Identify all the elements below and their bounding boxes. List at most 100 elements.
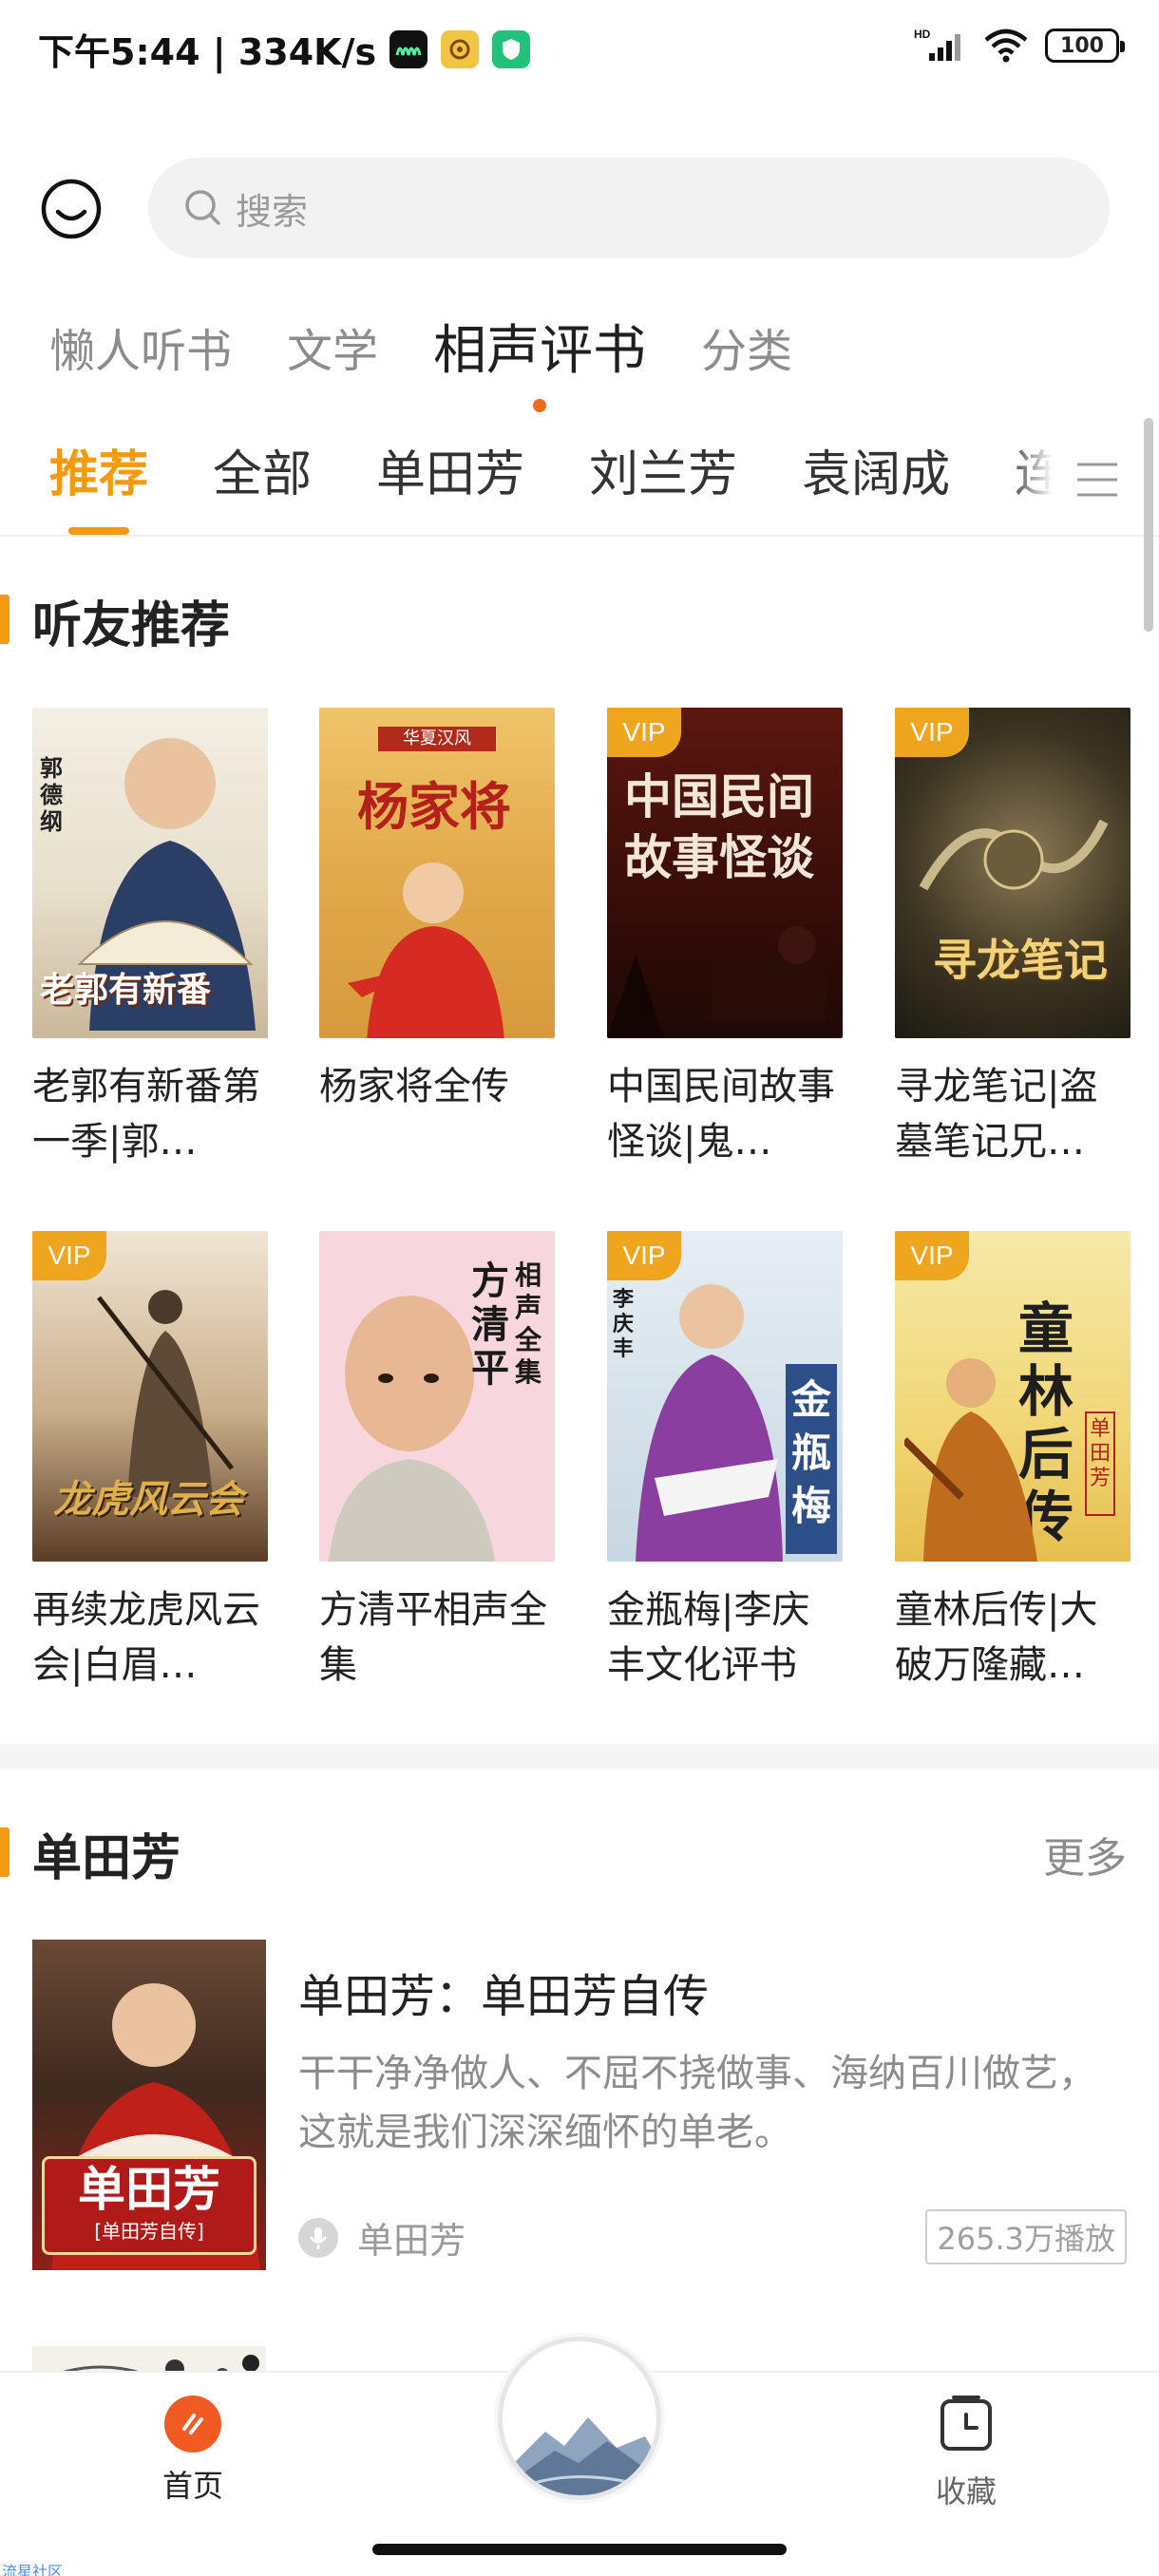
section-header-recommend: 听友推荐	[0, 579, 1159, 655]
cover-title-text: 方清平	[471, 1260, 509, 1391]
battery-level: 100	[1060, 33, 1104, 58]
book-card[interactable]: VIP 寻龙笔记 寻龙笔记|盗墓笔记兄…	[895, 708, 1130, 1169]
play-count-badge: 265.3万播放	[925, 2209, 1127, 2264]
section-separator	[0, 1744, 1159, 1769]
cover-title-plate: 单田芳 [单田芳自传]	[42, 2156, 256, 2255]
book-card[interactable]: 华夏汉风 杨家将 杨家将全传	[319, 708, 555, 1169]
book-card[interactable]: 郭德纲 老郭有新番 老郭有新番第一季|郭…	[32, 708, 268, 1169]
list-item-title: 单田芳：单田芳自传	[298, 1970, 710, 2023]
microphone-icon	[298, 2217, 338, 2258]
book-cover: VIP 中国民间故事怪谈	[607, 708, 843, 1038]
cover-side-text: 郭德纲	[40, 755, 63, 835]
tab-lanren[interactable]: 懒人听书	[49, 313, 232, 389]
cover-title-text: 老郭有新番	[40, 971, 212, 1010]
nav-home-label: 首页	[162, 2468, 223, 2504]
cover-scene-image	[607, 926, 826, 1038]
section-accent-bar	[0, 1828, 10, 1877]
subtab-recommend[interactable]: 推荐	[49, 432, 149, 535]
cover-dragon-image	[919, 819, 1109, 891]
search-icon	[185, 190, 220, 225]
section-accent-bar	[0, 595, 10, 644]
watermark-text: 流星社区	[2, 2563, 64, 2576]
cover-warrior-image	[97, 1290, 234, 1497]
cover-subtitle-text: [单田芳自传]	[94, 2220, 204, 2243]
book-title: 老郭有新番第一季|郭…	[32, 1065, 260, 1164]
vip-badge: VIP	[32, 1231, 106, 1280]
app-notification-icon	[390, 29, 428, 68]
home-indicator[interactable]	[372, 2544, 787, 2555]
status-time: 下午5:44 | 334K/s	[38, 31, 377, 73]
book-title: 再续龙虎风云会|白眉…	[32, 1588, 260, 1687]
cover-title-text: 金瓶梅	[790, 1376, 831, 1529]
cover-monk-image	[904, 1358, 1037, 1562]
subtab-liulanfang[interactable]: 刘兰芳	[589, 432, 737, 518]
book-cover: VIP 龙虎风云会	[32, 1231, 268, 1562]
profile-smiley-icon[interactable]	[40, 178, 103, 240]
vip-badge: VIP	[895, 1231, 969, 1280]
book-title: 金瓶梅|李庆丰文化评书	[607, 1588, 810, 1687]
tab-literature[interactable]: 文学	[287, 313, 378, 389]
nav-home[interactable]: 首页	[141, 2396, 245, 2506]
status-bar: 下午5:44 | 334K/s HD 100	[0, 0, 1159, 95]
book-title: 方清平相声全集	[319, 1588, 547, 1687]
tab-category[interactable]: 分类	[701, 313, 792, 389]
book-card[interactable]: VIP 龙虎风云会 再续龙虎风云会|白眉…	[32, 1231, 268, 1693]
book-title: 杨家将全传	[319, 1065, 509, 1108]
book-cover: VIP 童林后传 单田芳	[895, 1231, 1130, 1562]
cover-title-text: 单田芳	[78, 2162, 220, 2217]
author-name: 单田芳	[357, 2220, 466, 2262]
book-cover: 单田芳 [单田芳自传]	[32, 1940, 266, 2270]
section-header-shantianfang: 单田芳 更多	[0, 1812, 1159, 1888]
subtab-shantianfang[interactable]: 单田芳	[376, 432, 524, 518]
nav-favorites[interactable]: 收藏	[914, 2396, 1018, 2511]
cover-title-text: 杨家将	[357, 777, 511, 837]
now-playing-button[interactable]	[498, 2337, 661, 2500]
tab-crosstalk[interactable]: 相声评书	[433, 313, 647, 412]
subtab-yuankuocheng[interactable]: 袁阔成	[802, 432, 950, 518]
cover-title-text: 中国民间故事怪谈	[624, 769, 814, 885]
cover-title-text: 龙虎风云会	[53, 1478, 243, 1522]
search-placeholder: 搜索	[236, 190, 309, 233]
cellular-signal-icon: HD	[914, 28, 960, 61]
subtab-recommend-label: 推荐	[49, 446, 149, 503]
vip-badge: VIP	[607, 708, 681, 757]
cover-portrait-image	[348, 862, 504, 1038]
home-icon	[164, 2396, 221, 2453]
cover-side-text: 单田芳	[1085, 1411, 1115, 1516]
search-input[interactable]: 搜索	[148, 158, 1110, 258]
book-cover: VIP 李庆丰 金瓶梅	[607, 1231, 843, 1562]
battery-indicator: 100	[1045, 28, 1125, 63]
svg-text:HD: HD	[914, 28, 931, 41]
book-title: 寻龙笔记|盗墓笔记兄…	[895, 1065, 1098, 1164]
book-card[interactable]: 方清平 相声全集 方清平相声全集	[319, 1231, 555, 1693]
vip-badge: VIP	[895, 708, 969, 757]
menu-icon[interactable]	[1074, 459, 1121, 501]
book-cover: 华夏汉风 杨家将	[319, 708, 555, 1038]
book-title: 中国民间故事怪谈|鬼…	[607, 1065, 835, 1164]
active-tab-dot	[533, 399, 547, 412]
tab-crosstalk-label: 相声评书	[433, 320, 647, 382]
cover-title-panel: 金瓶梅	[786, 1364, 837, 1554]
list-item[interactable]: 单田芳 [单田芳自传] 单田芳：单田芳自传 干干净净做人、不屈不挠做事、海纳百川…	[32, 1940, 1127, 2272]
list-item-description: 干干净净做人、不屈不挠做事、海纳百川做艺，这就是我们深深缅怀的单老。	[298, 2052, 1096, 2154]
subtab-all[interactable]: 全部	[213, 432, 312, 518]
clock-bookmark-icon	[940, 2396, 992, 2451]
cover-side-text: 相声全集	[515, 1260, 542, 1388]
nav-favorites-label: 收藏	[935, 2473, 997, 2510]
book-card[interactable]: VIP 中国民间故事怪谈 中国民间故事怪谈|鬼…	[607, 708, 843, 1169]
cover-portrait-image	[636, 1284, 783, 1562]
more-button[interactable]: 更多	[1043, 1824, 1127, 1885]
search-row: 搜索	[0, 152, 1159, 266]
list-item-author: 单田芳	[298, 2211, 466, 2263]
section-title: 听友推荐	[32, 597, 231, 654]
book-cover: VIP 寻龙笔记	[895, 708, 1130, 1038]
book-cover: 方清平 相声全集	[319, 1231, 555, 1562]
category-tabs: 懒人听书 文学 相声评书 分类	[49, 313, 847, 412]
section-title: 单田芳	[32, 1830, 181, 1887]
book-card[interactable]: VIP 童林后传 单田芳 童林后传|大破万隆藏…	[895, 1231, 1130, 1693]
cover-publisher: 华夏汉风	[378, 727, 496, 751]
book-card[interactable]: VIP 李庆丰 金瓶梅 金瓶梅|李庆丰文化评书	[607, 1231, 843, 1693]
app-notification-icon	[441, 29, 480, 68]
cover-title-text: 寻龙笔记	[933, 935, 1108, 986]
mountain-landscape-icon	[503, 2341, 656, 2495]
